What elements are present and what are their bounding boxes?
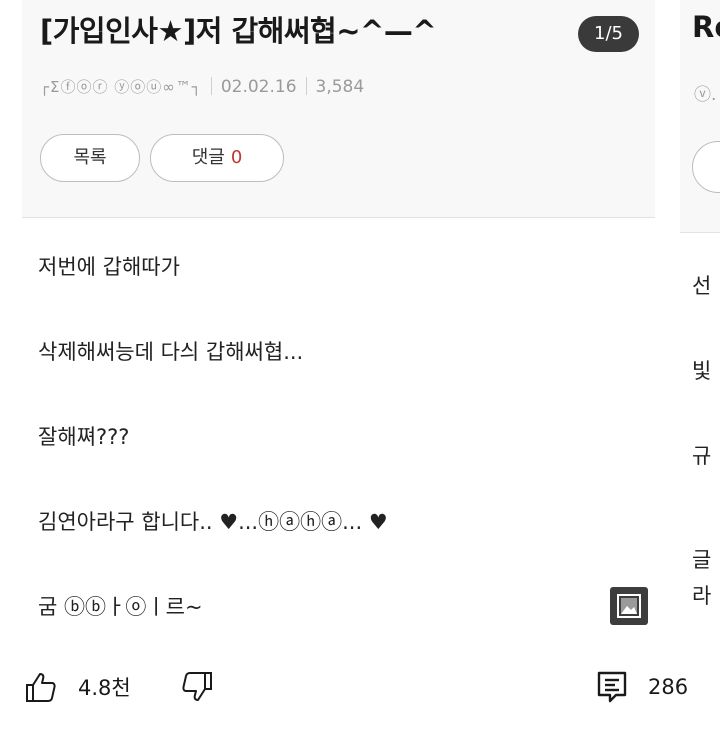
meta-divider bbox=[210, 77, 212, 95]
comment-count: 0 bbox=[230, 147, 243, 168]
next-post-body-line: 라 bbox=[692, 584, 712, 608]
next-post-title: Re bbox=[692, 10, 720, 44]
comments-count: 286 bbox=[648, 675, 689, 699]
like-button[interactable]: 4.8천 bbox=[24, 670, 131, 704]
list-button[interactable]: 목록 bbox=[40, 134, 140, 182]
like-count: 4.8천 bbox=[78, 676, 131, 700]
thumbs-down-icon bbox=[180, 670, 214, 704]
meta-divider bbox=[305, 77, 307, 95]
post-body-line: 굼 ⓑⓑㅏⓞㅣ르~ bbox=[38, 595, 203, 619]
post-body-line: 저번에 갑해따가 bbox=[38, 255, 180, 279]
post-card: [가입인사★]저 갑해써협~^—^ 1/5 ┌Σⓕⓞⓡ ⓨⓞⓤ∞™┐ 02.02.… bbox=[0, 0, 675, 630]
post-date: 02.02.16 bbox=[220, 77, 297, 97]
action-bar: 4.8천 286 bbox=[0, 640, 720, 733]
post-body-line: 김연아라구 합니다.. ♥...ⓗⓐⓗⓐ... ♥ bbox=[38, 510, 388, 534]
next-post-list-button[interactable] bbox=[692, 141, 720, 193]
thumbs-up-icon bbox=[24, 670, 58, 704]
post-body-line: 삭제해써능데 다싀 갑해써협... bbox=[38, 340, 304, 364]
post-title: [가입인사★]저 갑해써협~^—^ bbox=[40, 14, 437, 48]
image-icon[interactable] bbox=[610, 587, 648, 625]
next-post-body-line: 규 bbox=[692, 444, 712, 468]
next-post-meta: ⓥ. bbox=[694, 85, 717, 105]
post-body-line: 잘해쪄??? bbox=[38, 425, 130, 449]
post-header: [가입인사★]저 갑해써협~^—^ 1/5 ┌Σⓕⓞⓡ ⓨⓞⓤ∞™┐ 02.02.… bbox=[22, 0, 655, 218]
comments-button[interactable]: 286 bbox=[596, 670, 688, 704]
post-meta: ┌Σⓕⓞⓡ ⓨⓞⓤ∞™┐ 02.02.16 3,584 bbox=[40, 76, 364, 97]
next-post-card[interactable]: Re ⓥ. 선 빛 규 글 라 bbox=[680, 0, 720, 630]
list-button-label: 목록 bbox=[73, 147, 107, 168]
post-author[interactable]: ┌Σⓕⓞⓡ ⓨⓞⓤ∞™┐ bbox=[40, 78, 202, 96]
next-post-body-line: 글 bbox=[692, 548, 712, 572]
post-views: 3,584 bbox=[315, 77, 365, 97]
comment-icon bbox=[596, 670, 628, 704]
next-post-header: Re ⓥ. bbox=[680, 0, 720, 233]
comment-button[interactable]: 댓글 0 bbox=[150, 134, 284, 182]
dislike-button[interactable] bbox=[180, 670, 214, 704]
comment-button-label: 댓글 bbox=[191, 147, 225, 168]
next-post-body-line: 빛 bbox=[692, 359, 712, 383]
next-post-body-line: 선 bbox=[692, 274, 712, 298]
page-indicator: 1/5 bbox=[578, 16, 639, 52]
